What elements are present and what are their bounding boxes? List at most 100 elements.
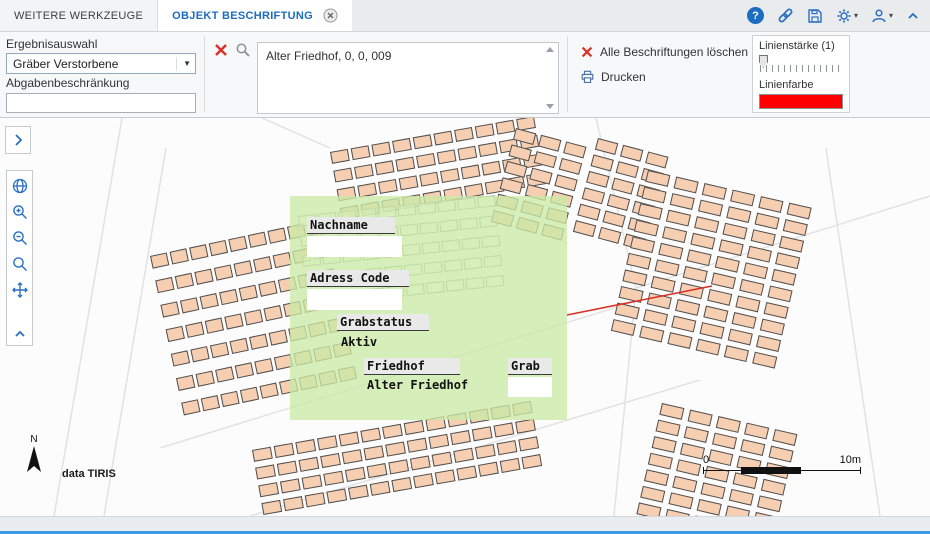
grave-plot — [758, 196, 783, 213]
tab-label: OBJEKT BESCHRIFTUNG — [172, 10, 313, 22]
grave-plot — [240, 387, 259, 403]
grave-plot — [722, 223, 747, 240]
grave-plot — [554, 174, 577, 191]
grave-plot — [756, 335, 781, 352]
grave-plot — [220, 391, 239, 407]
grave-plot — [508, 144, 531, 161]
grave-plot — [323, 471, 344, 486]
chevron-down-icon: ▾ — [889, 11, 893, 20]
grave-plot — [529, 168, 552, 185]
grave-plot — [743, 262, 768, 279]
grave-plot — [155, 277, 174, 293]
grave-plot — [432, 452, 453, 467]
clear-selection-icon[interactable] — [213, 42, 229, 58]
grave-plot — [694, 216, 719, 233]
grave-plot — [707, 289, 732, 306]
search-icon[interactable] — [235, 42, 251, 58]
grave-plot — [413, 134, 433, 149]
map-canvas[interactable]: Nachname Adress Code Grabstatus Aktiv Fr… — [0, 118, 930, 516]
tab-weitere-werkzeuge[interactable]: WEITERE WERKZEUGE — [0, 0, 158, 31]
grave-plot — [735, 295, 760, 312]
grave-plot — [176, 375, 195, 391]
grave-plot — [504, 161, 527, 178]
ergebnisauswahl-label: Ergebnisauswahl — [6, 37, 196, 51]
grave-plot — [317, 435, 338, 450]
delete-all-labels-button[interactable]: Alle Beschriftungen löschen — [580, 45, 748, 59]
grave-plot — [497, 440, 518, 455]
collapse-tools-icon[interactable] — [13, 329, 27, 339]
grave-plot — [200, 293, 219, 309]
collapse-ribbon-icon[interactable] — [906, 10, 920, 22]
ergebnisauswahl-select[interactable]: Gräber Verstorbene ▼ — [6, 53, 196, 74]
grave-plot — [248, 232, 267, 248]
scroll-up-icon[interactable] — [546, 47, 554, 52]
expand-panel-button[interactable] — [5, 126, 31, 154]
grave-plot — [214, 264, 233, 280]
grave-plot — [648, 453, 673, 470]
grave-plot — [716, 416, 741, 433]
zoom-out-icon[interactable] — [11, 229, 29, 247]
grave-plot — [461, 164, 481, 179]
grave-plot — [229, 338, 248, 354]
save-icon[interactable] — [807, 8, 823, 24]
grave-plot — [639, 326, 664, 343]
grave-plot — [404, 420, 425, 435]
close-tab-icon[interactable] — [323, 8, 338, 23]
grave-plot — [283, 496, 304, 511]
grave-plot — [419, 172, 439, 187]
grave-plot — [760, 319, 785, 336]
grave-plot — [747, 246, 772, 263]
grave-plot — [644, 469, 669, 486]
printer-icon — [580, 70, 595, 84]
line-width-slider[interactable] — [759, 55, 843, 73]
grave-plot — [413, 473, 434, 488]
result-selection-group: Ergebnisauswahl Gräber Verstorbene ▼ Abg… — [6, 35, 196, 113]
pan-icon[interactable] — [11, 281, 29, 299]
ribbon-toolbar: Ergebnisauswahl Gräber Verstorbene ▼ Abg… — [0, 32, 930, 118]
bottom-bar — [0, 516, 930, 534]
tab-objekt-beschriftung[interactable]: OBJEKT BESCHRIFTUNG — [158, 0, 352, 31]
grave-plot — [698, 200, 723, 217]
grave-plot — [590, 154, 613, 171]
grave-plot — [342, 449, 363, 464]
grave-plot — [715, 256, 740, 273]
link-icon[interactable] — [777, 7, 794, 24]
grave-plot — [679, 282, 704, 299]
friedhof-value: Alter Friedhof — [367, 378, 468, 392]
line-color-swatch[interactable] — [759, 94, 843, 109]
grave-plot — [166, 326, 185, 342]
divider — [567, 36, 568, 112]
zoom-in-icon[interactable] — [11, 203, 29, 221]
grave-plot — [702, 183, 727, 200]
grave-plot — [180, 297, 199, 313]
zoom-window-icon[interactable] — [11, 255, 29, 273]
user-icon[interactable]: ▾ — [871, 8, 893, 24]
grave-plot — [410, 455, 431, 470]
grave-plot — [363, 445, 384, 460]
grave-plot — [219, 289, 238, 305]
scroll-down-icon[interactable] — [546, 104, 554, 109]
select-value: Gräber Verstorbene — [13, 57, 118, 71]
grave-plot — [407, 438, 428, 453]
settings-gear-icon[interactable]: ▾ — [836, 8, 858, 24]
grave-plot — [684, 426, 709, 443]
chevron-down-icon: ▼ — [176, 57, 191, 71]
print-button[interactable]: Drucken — [580, 70, 748, 84]
grave-plot — [392, 138, 412, 153]
grabstatus-label: Grabstatus — [337, 314, 429, 331]
grave-plot — [521, 454, 542, 469]
grave-plot — [382, 424, 403, 439]
globe-icon[interactable] — [11, 177, 29, 195]
grave-plot — [733, 472, 758, 489]
grave-plot — [190, 346, 209, 362]
grave-plot — [330, 149, 350, 164]
help-icon[interactable]: ? — [747, 7, 764, 24]
beschriftung-list[interactable]: Alter Friedhof, 0, 0, 009 — [257, 42, 559, 114]
grave-plot — [189, 244, 208, 260]
grave-plot — [437, 149, 457, 164]
abgaben-input[interactable] — [6, 93, 196, 113]
grave-plot — [378, 179, 398, 194]
application-window: WEITERE WERKZEUGE OBJEKT BESCHRIFTUNG ? … — [0, 0, 930, 534]
grave-plot — [267, 228, 286, 244]
grave-plot — [699, 322, 724, 339]
